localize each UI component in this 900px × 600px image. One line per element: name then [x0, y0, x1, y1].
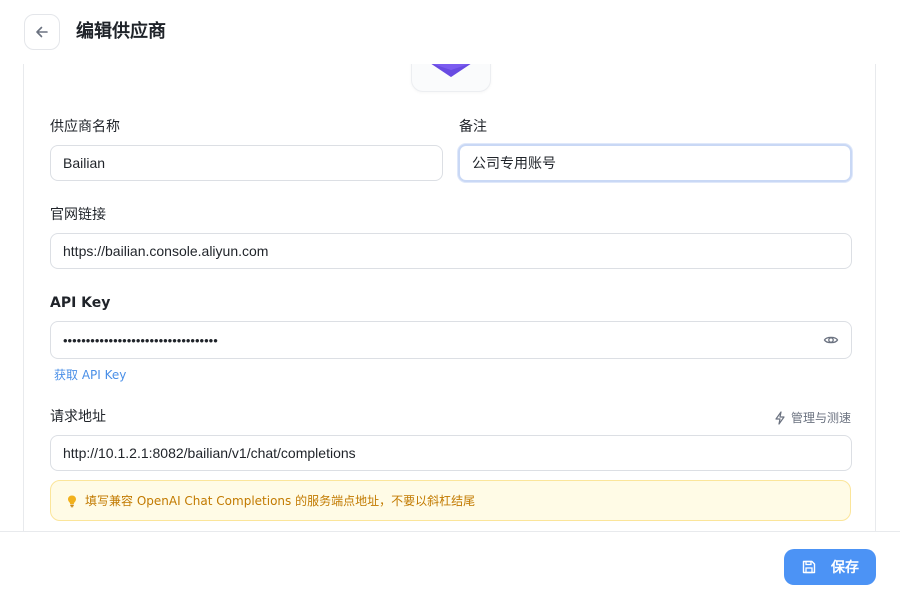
name-input[interactable]: Bailian	[50, 145, 443, 181]
header: 编辑供应商	[0, 0, 900, 64]
save-label: 保存	[831, 560, 859, 576]
eye-icon[interactable]	[823, 332, 839, 348]
website-input[interactable]: https://bailian.console.aliyun.com	[50, 233, 852, 269]
website-label: 官网链接	[50, 207, 106, 223]
lightning-icon	[775, 410, 785, 425]
api-key-label: API Key	[50, 295, 111, 311]
page-title: 编辑供应商	[76, 21, 166, 42]
manage-speedtest-button[interactable]: 管理与测速	[773, 409, 851, 426]
save-button[interactable]: 保存	[784, 549, 876, 585]
note-label: 备注	[459, 119, 487, 135]
name-label: 供应商名称	[50, 119, 120, 135]
provider-logo	[411, 64, 491, 92]
lightbulb-icon	[68, 495, 76, 507]
api-key-value: ••••••••••••••••••••••••••••••••••	[63, 332, 218, 348]
website-value: https://bailian.console.aliyun.com	[63, 243, 269, 259]
footer: 保存	[0, 531, 900, 600]
note-input[interactable]: 公司专用账号	[458, 144, 852, 182]
name-value: Bailian	[63, 155, 106, 171]
endpoint-label: 请求地址	[50, 409, 106, 425]
provider-logo-icon	[431, 64, 471, 77]
endpoint-hint-text: 填写兼容 OpenAI Chat Completions 的服务端点地址，不要以…	[85, 494, 476, 508]
api-key-input[interactable]: ••••••••••••••••••••••••••••••••••	[50, 321, 852, 359]
form-container[interactable]: 供应商名称 Bailian 备注 公司专用账号 官网链接 https://bai…	[23, 64, 876, 531]
save-icon	[802, 560, 816, 574]
back-button[interactable]	[24, 14, 60, 50]
arrow-left-icon	[36, 26, 48, 38]
endpoint-value: http://10.1.2.1:8082/bailian/v1/chat/com…	[63, 445, 356, 461]
manage-speedtest-label: 管理与测速	[790, 411, 851, 425]
endpoint-hint: 填写兼容 OpenAI Chat Completions 的服务端点地址，不要以…	[50, 480, 851, 521]
note-value: 公司专用账号	[472, 155, 556, 171]
endpoint-input[interactable]: http://10.1.2.1:8082/bailian/v1/chat/com…	[50, 435, 852, 471]
get-api-key-link[interactable]: 获取 API Key	[54, 366, 126, 383]
